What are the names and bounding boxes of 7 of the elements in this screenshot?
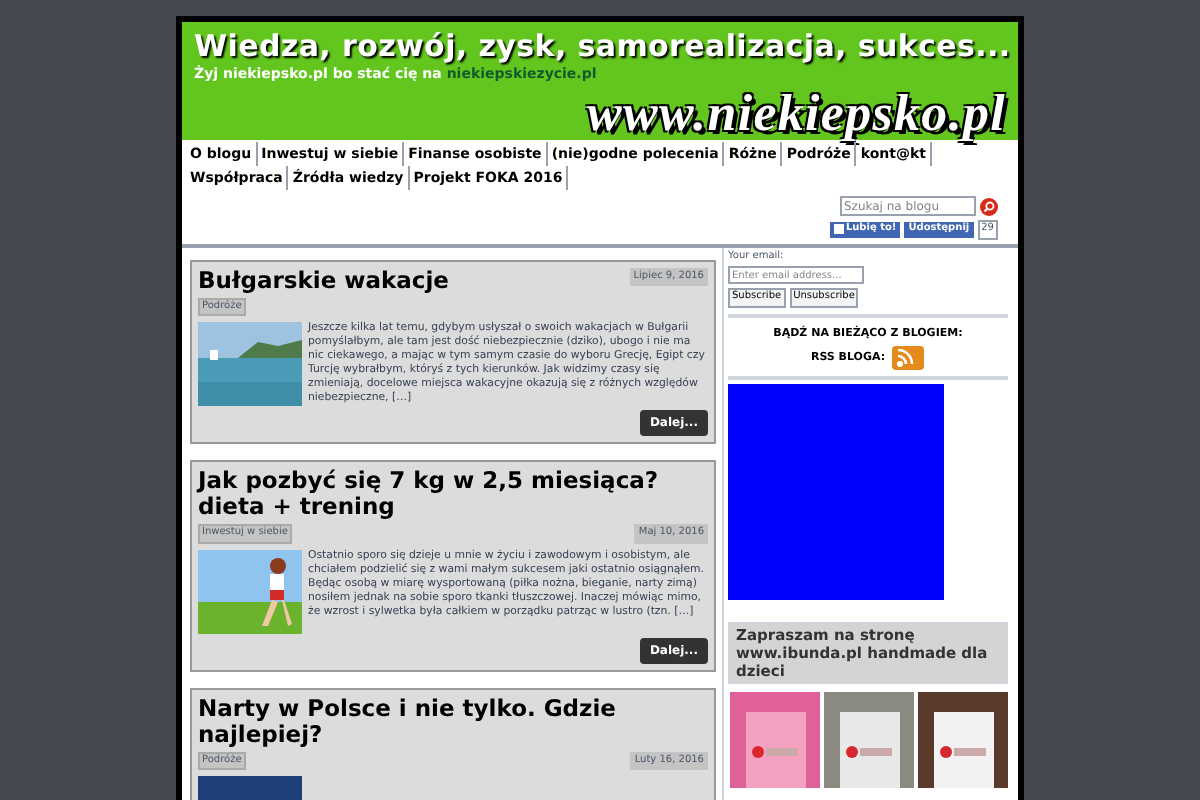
post-title[interactable]: Jak pozbyć się 7 kg w 2,5 miesiąca? dieta + trening <box>198 468 708 520</box>
post-title[interactable]: Narty w Polsce i nie tylko. Gdzie najlepiej? <box>198 695 708 747</box>
site-logo: www.niekiepsko.pl <box>587 84 1006 142</box>
search-icon[interactable] <box>980 197 998 215</box>
site-tagline: Wiedza, rozwój, zysk, samorealizacja, sukces... <box>194 28 1011 65</box>
post-title[interactable]: Bułgarskie wakacje <box>198 267 449 293</box>
rss-icon[interactable] <box>889 344 926 373</box>
